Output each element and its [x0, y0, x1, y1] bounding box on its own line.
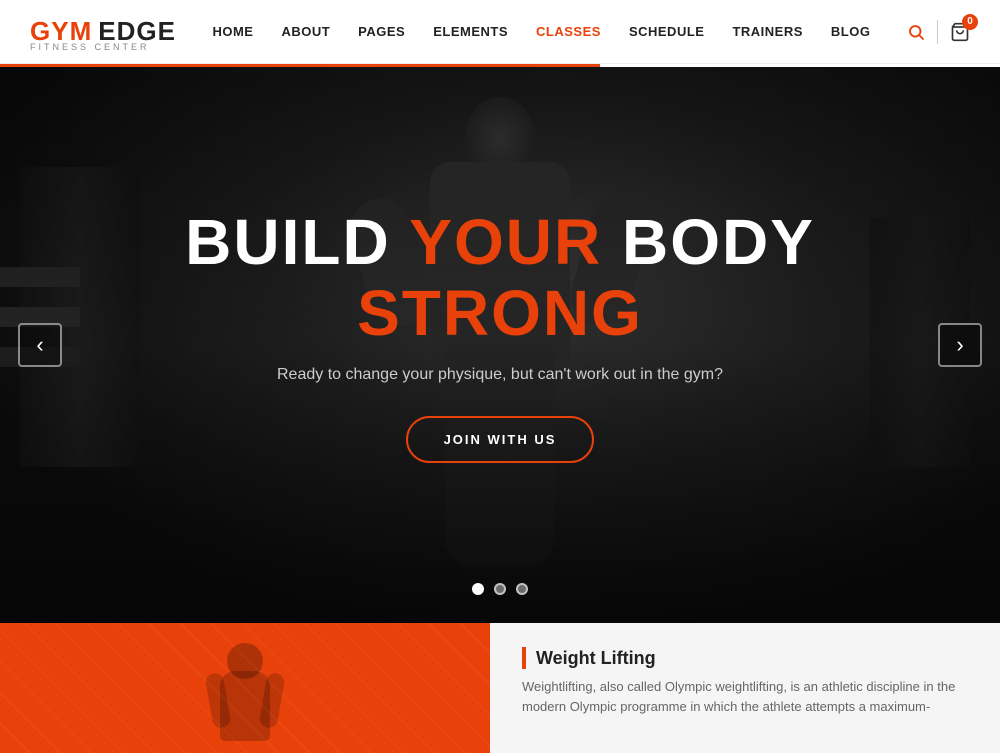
section-title-wrapper: Weight Lifting — [522, 647, 968, 669]
bottom-orange-panel — [0, 623, 490, 753]
header: GYM EDGE FITNESS CENTER HOME ABOUT PAGES… — [0, 0, 1000, 64]
next-icon: › — [956, 332, 963, 358]
nav-item-pages[interactable]: PAGES — [358, 24, 405, 39]
title-accent — [522, 647, 526, 669]
hero-section: ‹ BUILD YOUR BODY STRONG Ready to change… — [0, 67, 1000, 623]
nav-icons: 0 — [907, 20, 970, 44]
hero-next-button[interactable]: › — [938, 323, 982, 367]
cart-wrapper: 0 — [950, 22, 970, 42]
hero-title: BUILD YOUR BODY STRONG — [40, 207, 960, 348]
hero-prev-button[interactable]: ‹ — [18, 323, 62, 367]
hero-subtitle: Ready to change your physique, but can't… — [277, 366, 723, 384]
hero-title-part4: STRONG — [357, 277, 643, 349]
hero-title-part3: BODY — [622, 206, 815, 278]
nav-item-schedule[interactable]: SCHEDULE — [629, 24, 705, 39]
join-button[interactable]: JOIN WITH US — [406, 416, 595, 463]
nav-divider — [937, 20, 938, 44]
cart-badge: 0 — [962, 14, 978, 30]
hero-dot-3[interactable] — [516, 583, 528, 595]
hero-title-part2: YOUR — [409, 206, 602, 278]
section-text: Weightlifting, also called Olympic weigh… — [522, 677, 968, 716]
nav-item-home[interactable]: HOME — [212, 24, 253, 39]
nav-item-classes[interactable]: CLASSES — [536, 24, 601, 39]
section-title: Weight Lifting — [536, 648, 656, 669]
nav: HOME ABOUT PAGES ELEMENTS CLASSES SCHEDU… — [212, 24, 870, 39]
logo: GYM EDGE FITNESS CENTER — [30, 16, 176, 47]
nav-item-blog[interactable]: BLOG — [831, 24, 871, 39]
bottom-section: Weight Lifting Weightlifting, also calle… — [0, 623, 1000, 753]
nav-item-trainers[interactable]: TRAINERS — [732, 24, 802, 39]
hero-dot-2[interactable] — [494, 583, 506, 595]
hero-dots — [472, 583, 528, 595]
logo-sub: FITNESS CENTER — [30, 42, 150, 52]
nav-item-about[interactable]: ABOUT — [281, 24, 330, 39]
hero-content: BUILD YOUR BODY STRONG Ready to change y… — [0, 67, 1000, 623]
hero-title-part1: BUILD — [185, 206, 409, 278]
nav-item-elements[interactable]: ELEMENTS — [433, 24, 508, 39]
bottom-info-panel: Weight Lifting Weightlifting, also calle… — [490, 623, 1000, 753]
search-icon — [907, 23, 925, 41]
search-button[interactable] — [907, 23, 925, 41]
prev-icon: ‹ — [36, 332, 43, 358]
hero-dot-1[interactable] — [472, 583, 484, 595]
